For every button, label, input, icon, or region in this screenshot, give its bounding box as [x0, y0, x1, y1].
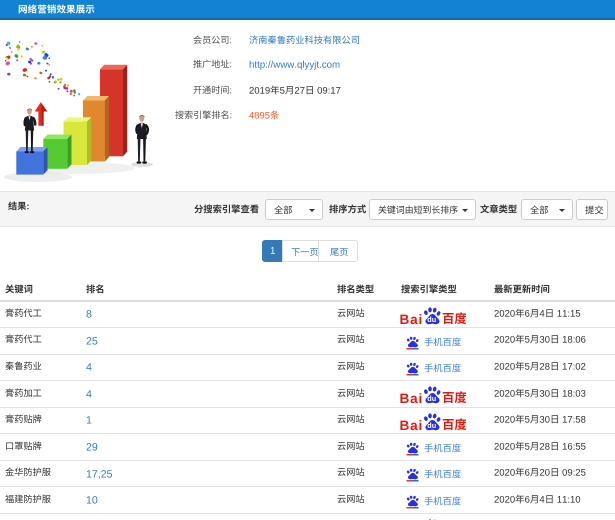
svg-text:du: du: [427, 315, 436, 324]
svg-text:du: du: [427, 395, 436, 404]
svg-text:du: du: [427, 421, 436, 430]
